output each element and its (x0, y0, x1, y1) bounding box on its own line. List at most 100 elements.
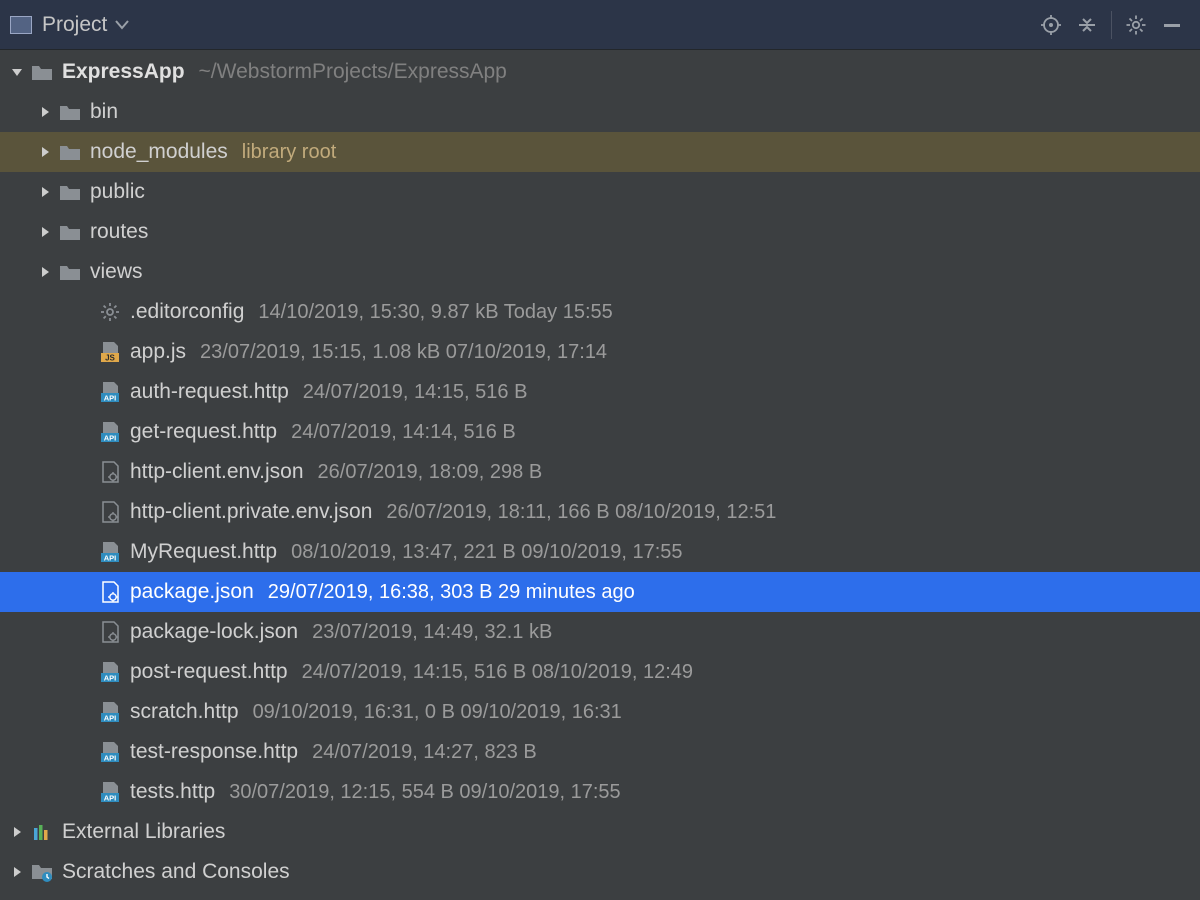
folder-icon (58, 260, 82, 284)
folder-icon (58, 100, 82, 124)
file-meta: 24/07/2019, 14:27, 823 B (312, 741, 537, 764)
project-window-icon (10, 16, 32, 34)
file-meta: 23/07/2019, 15:15, 1.08 kB 07/10/2019, 1… (200, 341, 607, 364)
file-name: scratch.http (130, 700, 239, 724)
tree-root-expressapp[interactable]: ExpressApp ~/WebstormProjects/ExpressApp (0, 52, 1200, 92)
tree-file[interactable]: API test-response.http 24/07/2019, 14:27, … (0, 732, 1200, 772)
file-name: package-lock.json (130, 620, 298, 644)
file-name: MyRequest.http (130, 540, 277, 564)
svg-text:API: API (104, 714, 117, 723)
file-name: package.json (130, 580, 254, 604)
file-name: tests.http (130, 780, 215, 804)
svg-text:API: API (104, 794, 117, 803)
api-file-icon: API (98, 700, 122, 724)
tree-file[interactable]: API scratch.http 09/10/2019, 16:31, 0 B 09… (0, 692, 1200, 732)
svg-text:API: API (104, 674, 117, 683)
folder-icon (58, 220, 82, 244)
file-name: http-client.private.env.json (130, 500, 372, 524)
file-name: auth-request.http (130, 380, 289, 404)
chevron-right-icon[interactable] (6, 861, 28, 883)
tree-file[interactable]: API tests.http 30/07/2019, 12:15, 554 B 09… (0, 772, 1200, 812)
tree-file[interactable]: .editorconfig 14/10/2019, 15:30, 9.87 kB … (0, 292, 1200, 332)
dropdown-icon[interactable] (115, 20, 129, 30)
file-name: http-client.env.json (130, 460, 304, 484)
file-meta: 24/07/2019, 14:15, 516 B (303, 381, 528, 404)
scratches-icon (30, 860, 54, 884)
folder-icon (58, 140, 82, 164)
js-file-icon: JS (98, 340, 122, 364)
svg-text:API: API (104, 554, 117, 563)
project-name: ExpressApp (62, 60, 185, 84)
api-file-icon: API (98, 740, 122, 764)
tree-file[interactable]: package.json 29/07/2019, 16:38, 303 B 29 … (0, 572, 1200, 612)
folder-icon (58, 180, 82, 204)
file-name: post-request.http (130, 660, 288, 684)
json-config-icon (98, 580, 122, 604)
tree-folder[interactable]: views (0, 252, 1200, 292)
tree-folder[interactable]: node_modules library root (0, 132, 1200, 172)
folder-name: node_modules (90, 140, 228, 164)
chevron-right-icon[interactable] (6, 821, 28, 843)
chevron-right-icon[interactable] (34, 101, 56, 123)
api-file-icon: API (98, 660, 122, 684)
header-divider (1111, 11, 1112, 39)
chevron-right-icon[interactable] (34, 221, 56, 243)
collapse-all-icon[interactable] (1069, 7, 1105, 43)
panel-title[interactable]: Project (42, 13, 107, 37)
file-meta: 26/07/2019, 18:09, 298 B (318, 461, 543, 484)
tree-file[interactable]: http-client.env.json 26/07/2019, 18:09, 2… (0, 452, 1200, 492)
svg-text:API: API (104, 394, 117, 403)
project-panel-header: Project (0, 0, 1200, 50)
tree-file[interactable]: JS app.js 23/07/2019, 15:15, 1.08 kB 07/10… (0, 332, 1200, 372)
external-libraries[interactable]: External Libraries (0, 812, 1200, 852)
file-meta: 08/10/2019, 13:47, 221 B 09/10/2019, 17:… (291, 541, 682, 564)
folder-name: bin (90, 100, 118, 124)
api-file-icon: API (98, 380, 122, 404)
tree-file[interactable]: API MyRequest.http 08/10/2019, 13:47, 221 … (0, 532, 1200, 572)
file-meta: 23/07/2019, 14:49, 32.1 kB (312, 621, 552, 644)
tree-file[interactable]: package-lock.json 23/07/2019, 14:49, 32.1… (0, 612, 1200, 652)
chevron-right-icon[interactable] (34, 261, 56, 283)
file-meta: 24/07/2019, 14:14, 516 B (291, 421, 516, 444)
locate-target-icon[interactable] (1033, 7, 1069, 43)
file-name: test-response.http (130, 740, 298, 764)
scratches-and-consoles[interactable]: Scratches and Consoles (0, 852, 1200, 892)
chevron-right-icon[interactable] (34, 181, 56, 203)
chevron-down-icon[interactable] (6, 61, 28, 83)
file-name: app.js (130, 340, 186, 364)
bottom-item-name: External Libraries (62, 820, 225, 844)
chevron-right-icon[interactable] (34, 141, 56, 163)
folder-tag: library root (242, 141, 336, 164)
file-meta: 26/07/2019, 18:11, 166 B 08/10/2019, 12:… (386, 501, 776, 524)
file-meta: 29/07/2019, 16:38, 303 B 29 minutes ago (268, 581, 635, 604)
folder-name: public (90, 180, 145, 204)
bottom-item-name: Scratches and Consoles (62, 860, 290, 884)
tree-file[interactable]: http-client.private.env.json 26/07/2019, … (0, 492, 1200, 532)
file-meta: 30/07/2019, 12:15, 554 B 09/10/2019, 17:… (229, 781, 620, 804)
folder-name: routes (90, 220, 148, 244)
hide-panel-icon[interactable] (1154, 7, 1190, 43)
project-tree: ExpressApp ~/WebstormProjects/ExpressApp… (0, 50, 1200, 892)
project-path: ~/WebstormProjects/ExpressApp (199, 60, 507, 84)
tree-folder[interactable]: bin (0, 92, 1200, 132)
gear-icon (98, 300, 122, 324)
tree-folder[interactable]: public (0, 172, 1200, 212)
tree-file[interactable]: API post-request.http 24/07/2019, 14:15, 5… (0, 652, 1200, 692)
file-meta: 09/10/2019, 16:31, 0 B 09/10/2019, 16:31 (253, 701, 622, 724)
json-config-icon (98, 620, 122, 644)
file-meta: 24/07/2019, 14:15, 516 B 08/10/2019, 12:… (302, 661, 693, 684)
settings-gear-icon[interactable] (1118, 7, 1154, 43)
libraries-icon (30, 820, 54, 844)
file-name: get-request.http (130, 420, 277, 444)
file-name: .editorconfig (130, 300, 244, 324)
svg-text:JS: JS (105, 354, 115, 363)
folder-name: views (90, 260, 143, 284)
api-file-icon: API (98, 420, 122, 444)
json-config-icon (98, 500, 122, 524)
tree-folder[interactable]: routes (0, 212, 1200, 252)
tree-file[interactable]: API get-request.http 24/07/2019, 14:14, 51… (0, 412, 1200, 452)
folder-icon (30, 60, 54, 84)
tree-file[interactable]: API auth-request.http 24/07/2019, 14:15, 5… (0, 372, 1200, 412)
file-meta: 14/10/2019, 15:30, 9.87 kB Today 15:55 (258, 301, 612, 324)
svg-text:API: API (104, 754, 117, 763)
